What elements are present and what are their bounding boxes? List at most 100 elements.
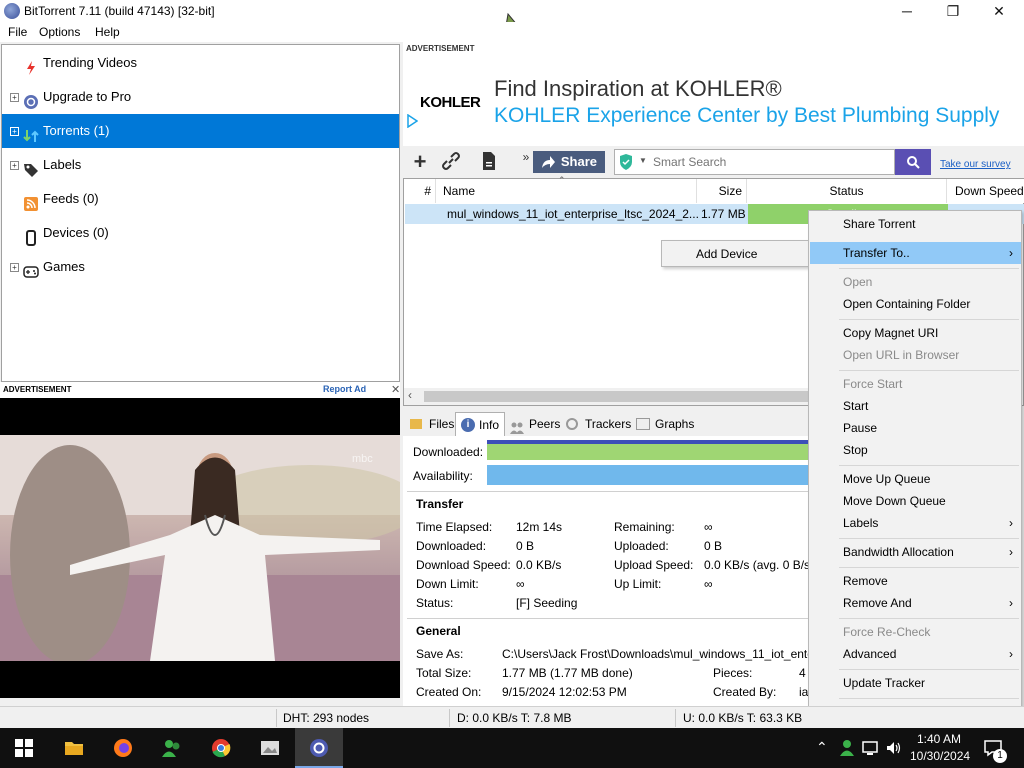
menu-item-stop[interactable]: Stop — [810, 439, 1021, 461]
chrome-taskbar-button[interactable] — [197, 728, 245, 768]
search-button[interactable] — [895, 149, 931, 175]
column-header-status[interactable]: Status — [747, 179, 947, 203]
dropdown-icon[interactable]: ▼ — [639, 156, 647, 165]
menu-item-copy-magnet-uri[interactable]: Copy Magnet URI — [810, 322, 1021, 344]
info-icon: i — [461, 418, 475, 432]
tray-chevron-icon[interactable]: ⌃ — [816, 739, 828, 756]
smart-search-input[interactable] — [653, 153, 889, 171]
up-limit-label: Up Limit: — [614, 577, 662, 591]
report-ad-link[interactable]: Report Ad — [323, 384, 366, 394]
rss-icon — [23, 191, 39, 211]
image-viewer-taskbar-button[interactable] — [246, 728, 294, 768]
bittorrent-taskbar-button[interactable] — [295, 728, 343, 768]
menu-item-labels[interactable]: Labels › — [810, 512, 1021, 534]
menu-item-transfer-to[interactable]: Transfer To.. › — [810, 242, 1021, 264]
sidebar-item-label: Labels — [43, 157, 82, 172]
ad-label: ADVERTISEMENT — [3, 385, 72, 394]
context-menu: Share Torrent Transfer To.. › Open Open … — [808, 210, 1022, 728]
menu-help[interactable]: Help — [95, 25, 120, 39]
menu-item-open-url-in-browser[interactable]: Open URL in Browser — [810, 344, 1021, 366]
menu-item-advanced[interactable]: Advanced › — [810, 643, 1021, 665]
add-torrent-button[interactable]: + — [408, 151, 432, 173]
maximize-button[interactable]: ❐ — [930, 0, 976, 22]
horizontal-scrollbar[interactable]: ‹ — [404, 388, 808, 405]
sidebar-item-upgrade-to-pro[interactable]: + Upgrade to Pro — [2, 80, 399, 114]
sidebar-item-torrents[interactable]: + Torrents (1) — [2, 114, 399, 148]
survey-link[interactable]: Take our survey — [940, 159, 1011, 170]
people-tray-icon[interactable] — [839, 739, 855, 757]
downloaded-bar — [487, 444, 808, 460]
add-device-menu-item[interactable]: Add Device — [663, 243, 807, 265]
minimize-button[interactable]: ─ — [884, 0, 930, 22]
menu-item-force-re-check[interactable]: Force Re-Check — [810, 621, 1021, 643]
firefox-taskbar-button[interactable] — [99, 728, 147, 768]
title-bar: BitTorrent 7.11 (build 47143) [32-bit] ─… — [0, 0, 1024, 43]
separator — [839, 618, 1019, 619]
share-button[interactable]: Share — [533, 151, 605, 173]
menu-bar: File Options Help — [0, 22, 1024, 42]
sidebar-item-feeds[interactable]: Feeds (0) — [2, 182, 399, 216]
expand-icon[interactable]: + — [10, 161, 19, 170]
close-button[interactable]: ✕ — [976, 0, 1022, 22]
clock-date[interactable]: 10/30/2024 — [910, 749, 970, 763]
smart-search-field[interactable]: ▼ — [614, 149, 895, 175]
menu-item-share-torrent[interactable]: Share Torrent — [810, 213, 1021, 235]
tab-graphs[interactable]: Graphs — [633, 412, 695, 436]
expand-icon[interactable]: + — [10, 127, 19, 136]
menu-item-pause[interactable]: Pause — [810, 417, 1021, 439]
sidebar-item-devices[interactable]: Devices (0) — [2, 216, 399, 250]
menu-item-update-tracker[interactable]: Update Tracker — [810, 672, 1021, 694]
tab-files[interactable]: Files — [407, 412, 455, 436]
top-advertisement[interactable]: ADVERTISEMENT KOHLER Find Inspiration at… — [403, 42, 1024, 146]
menu-item-remove[interactable]: Remove — [810, 570, 1021, 592]
clock-time[interactable]: 1:40 AM — [917, 732, 961, 746]
menu-item-start[interactable]: Start — [810, 395, 1021, 417]
scrollbar-thumb[interactable] — [424, 391, 808, 402]
add-link-button[interactable] — [439, 151, 463, 173]
ad-video-frame[interactable]: mbc — [0, 435, 400, 661]
sidebar-item-labels[interactable]: + Labels — [2, 148, 399, 182]
people-taskbar-button[interactable] — [148, 728, 196, 768]
status-value: [F] Seeding — [516, 596, 578, 610]
start-button[interactable] — [0, 728, 48, 768]
menu-item-open-containing-folder[interactable]: Open Containing Folder — [810, 293, 1021, 315]
column-header-name[interactable]: Name — [437, 179, 697, 203]
network-icon[interactable] — [862, 740, 880, 756]
separator — [675, 709, 676, 727]
adchoices-icon[interactable] — [406, 113, 419, 129]
menu-item-open[interactable]: Open — [810, 271, 1021, 293]
ad-headline[interactable]: Find Inspiration at KOHLER® — [494, 76, 782, 102]
volume-icon[interactable] — [886, 740, 902, 756]
expand-icon[interactable]: + — [10, 263, 19, 272]
separator — [276, 709, 277, 727]
sidebar-item-trending-videos[interactable]: Trending Videos — [2, 46, 399, 80]
tab-info[interactable]: i Info — [455, 412, 505, 436]
menu-item-force-start[interactable]: Force Start — [810, 373, 1021, 395]
menu-item-move-down-queue[interactable]: Move Down Queue — [810, 490, 1021, 512]
menu-item-remove-and[interactable]: Remove And › — [810, 592, 1021, 614]
column-header-down-speed[interactable]: Down Speed — [947, 179, 1024, 203]
menu-options[interactable]: Options — [39, 25, 80, 39]
scroll-left-icon[interactable]: ‹ — [408, 388, 412, 402]
close-ad-icon[interactable]: ✕ — [391, 383, 400, 396]
create-torrent-button[interactable] — [477, 151, 501, 173]
menu-item-move-up-queue[interactable]: Move Up Queue — [810, 468, 1021, 490]
toolbar: + » Share ▼ Take our survey — [403, 146, 1024, 178]
tab-peers[interactable]: Peers — [507, 412, 563, 436]
menu-item-bandwidth-allocation[interactable]: Bandwidth Allocation › — [810, 541, 1021, 563]
availability-bar — [487, 465, 808, 485]
torrent-name: mul_windows_11_iot_enterprise_ltsc_2024_… — [447, 207, 699, 221]
downloaded-label: Downloaded: — [416, 539, 487, 553]
uploaded-value: 0 B — [704, 539, 723, 553]
submenu-arrow-icon: › — [1009, 246, 1013, 260]
column-header-number[interactable]: # — [404, 179, 436, 203]
ad-subline[interactable]: KOHLER Experience Center by Best Plumbin… — [494, 104, 999, 128]
expand-icon[interactable]: + — [10, 93, 19, 102]
column-header-size[interactable]: Size — [697, 179, 747, 203]
tab-trackers[interactable]: Trackers — [563, 412, 631, 436]
upload-speed-label: Upload Speed: — [614, 558, 694, 572]
menu-file[interactable]: File — [8, 25, 27, 39]
sidebar-item-games[interactable]: + Games — [2, 250, 399, 284]
downloaded-value: 0 B — [516, 539, 535, 553]
file-explorer-taskbar-button[interactable] — [50, 728, 98, 768]
